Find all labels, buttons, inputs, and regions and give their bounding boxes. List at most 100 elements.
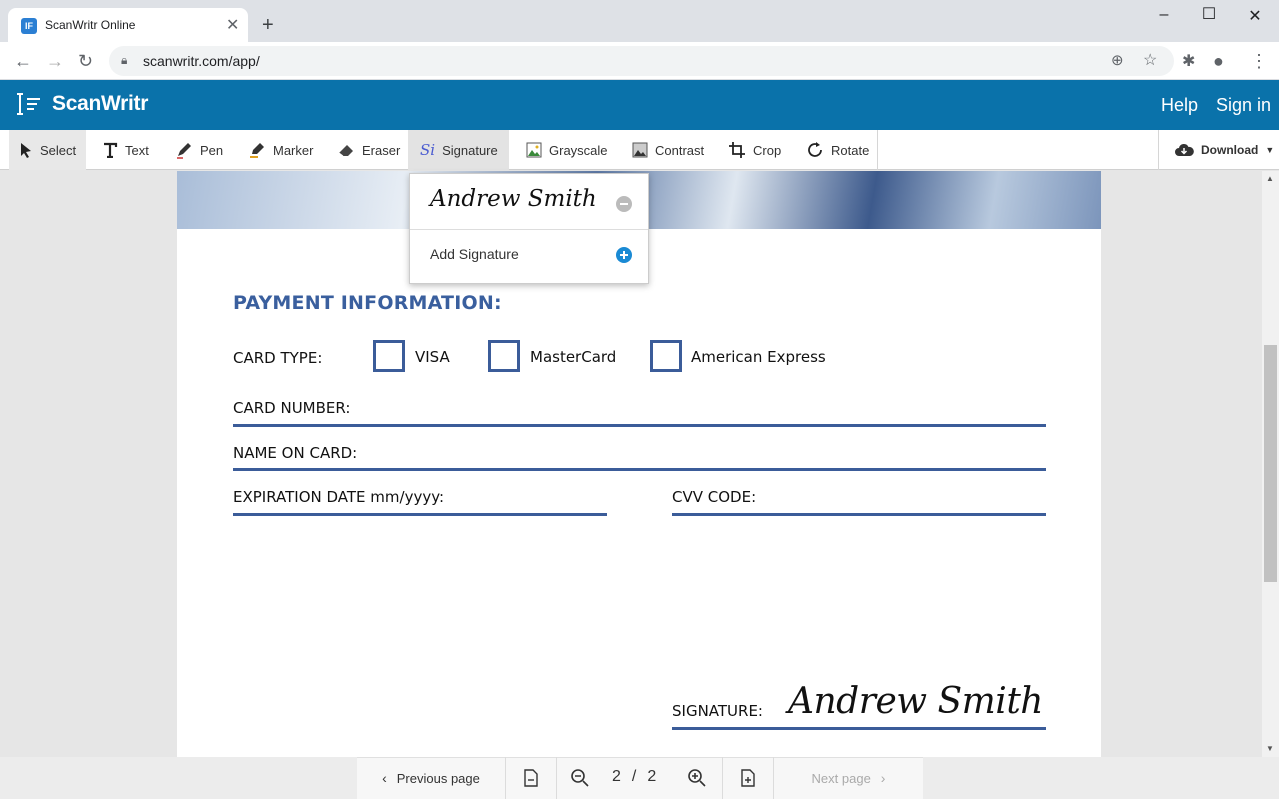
remove-signature-icon[interactable] [616,196,632,212]
reload-icon[interactable]: ↻ [78,51,93,72]
current-page[interactable]: 2 [612,768,621,786]
toolbar-divider [1158,130,1159,170]
maximize-icon[interactable]: ☐ [1194,4,1224,26]
add-signature-icon[interactable] [616,247,632,263]
tool-label: Crop [753,142,782,158]
amex-label: American Express [691,348,826,366]
expiration-label: EXPIRATION DATE mm/yyyy: [233,488,445,506]
grayscale-icon [526,142,542,158]
crop-icon [729,142,745,158]
bottom-bar-left [0,757,357,799]
fit-page-button[interactable] [506,757,556,799]
tool-eraser[interactable]: Eraser [329,130,408,170]
tool-label: Pen [200,142,224,158]
signature-icon: Si [420,141,436,159]
url-text: scanwritr.com/app/ [143,53,260,69]
add-signature-label[interactable]: Add Signature [430,246,519,262]
chevron-left-icon: ‹ [382,770,387,786]
text-t-icon [104,142,118,158]
cvv-label: CVV CODE: [672,488,757,506]
tool-label: Text [125,142,149,158]
cvv-line[interactable] [672,513,1046,516]
tool-crop[interactable]: Crop [720,130,789,170]
minimize-icon[interactable]: – [1149,6,1179,28]
lock-icon: 🔒︎ [121,53,128,67]
page-indicator: 2 / 2 [612,768,656,786]
browser-tab[interactable]: IF ScanWritr Online ✕ [8,8,248,42]
name-on-card-label: NAME ON CARD: [233,444,358,462]
tab-close-icon[interactable]: ✕ [226,15,239,35]
card-number-label: CARD NUMBER: [233,399,351,417]
card-number-line[interactable] [233,424,1046,427]
sign-in-link[interactable]: Sign in [1216,95,1271,116]
visa-label: VISA [415,348,450,366]
page-separator: / [631,768,637,785]
cursor-icon [21,143,31,158]
bookmark-star-icon[interactable]: ☆ [1143,50,1157,70]
download-button[interactable]: Download ▼ [1166,130,1279,170]
app-logo-text[interactable]: ScanWritr [52,92,148,116]
page-icon [524,769,538,787]
chevron-right-icon: › [880,770,886,786]
pen-icon [177,143,191,159]
chrome-menu-icon[interactable]: ⋮ [1250,51,1268,72]
tool-label: Rotate [831,142,870,158]
window-close-icon[interactable]: ✕ [1240,6,1270,28]
scanwritr-logo-icon [17,93,40,115]
payment-heading: PAYMENT INFORMATION: [233,292,502,314]
placed-signature[interactable]: Andrew Smith [788,681,1043,722]
visa-checkbox[interactable] [373,340,405,372]
next-page-button[interactable]: Next page › [774,757,923,799]
zoom-in-icon [688,769,706,787]
add-page-icon [741,769,755,787]
marker-icon [250,143,264,158]
tool-text[interactable]: Text [94,130,157,170]
amex-checkbox[interactable] [650,340,682,372]
tool-pen[interactable]: Pen [167,130,231,170]
install-icon[interactable]: ⊕ [1111,51,1124,69]
previous-page-button[interactable]: ‹ Previous page [357,757,505,799]
next-page-label: Next page [811,770,871,786]
pager-divider [556,757,557,799]
rotate-icon [808,142,822,157]
bottom-bar-right [923,757,1279,799]
zoom-in-button[interactable] [687,768,707,793]
zoom-out-icon [571,769,589,787]
mastercard-label: MasterCard [530,348,617,366]
tool-rotate[interactable]: Rotate [798,130,877,170]
signature-dropdown: Andrew Smith Add Signature [409,173,649,284]
tool-label: Contrast [655,142,705,158]
cloud-download-icon [1175,143,1194,156]
forward-icon[interactable]: → [46,51,64,72]
tool-grayscale[interactable]: Grayscale [518,130,616,170]
help-link[interactable]: Help [1161,95,1198,116]
new-tab-icon[interactable]: + [262,14,274,37]
tool-label: Marker [273,142,314,158]
previous-page-label: Previous page [396,770,480,786]
extensions-icon[interactable]: ✱ [1182,51,1195,71]
tab-title: ScanWritr Online [45,18,136,32]
card-type-label: CARD TYPE: [233,349,323,367]
toolbar-divider [877,130,878,170]
add-page-button[interactable] [723,757,773,799]
url-field[interactable]: 🔒︎ scanwritr.com/app/ ⊕ ☆ [109,46,1174,76]
name-on-card-line[interactable] [233,468,1046,471]
mastercard-checkbox[interactable] [488,340,520,372]
saved-signature[interactable]: Andrew Smith [430,186,597,212]
tool-label: Grayscale [549,142,608,158]
back-icon[interactable]: ← [14,51,32,72]
expiration-line[interactable] [233,513,607,516]
address-bar: ← → ↻ 🔒︎ scanwritr.com/app/ ⊕ ☆ ✱ ● ⋮ [0,42,1279,80]
tool-select[interactable]: Select [9,130,86,170]
scrollbar-thumb[interactable] [1264,345,1277,582]
total-pages: 2 [647,768,657,785]
tool-marker[interactable]: Marker [240,130,321,170]
scroll-up-icon[interactable]: ▲ [1266,174,1274,183]
scroll-down-icon[interactable]: ▼ [1266,744,1274,753]
profile-icon[interactable]: ● [1213,51,1224,72]
dropdown-divider [410,229,648,230]
tool-signature[interactable]: Si Signature [408,130,509,170]
tool-label: Signature [442,142,498,158]
zoom-out-button[interactable] [570,768,590,793]
tool-contrast[interactable]: Contrast [624,130,712,170]
